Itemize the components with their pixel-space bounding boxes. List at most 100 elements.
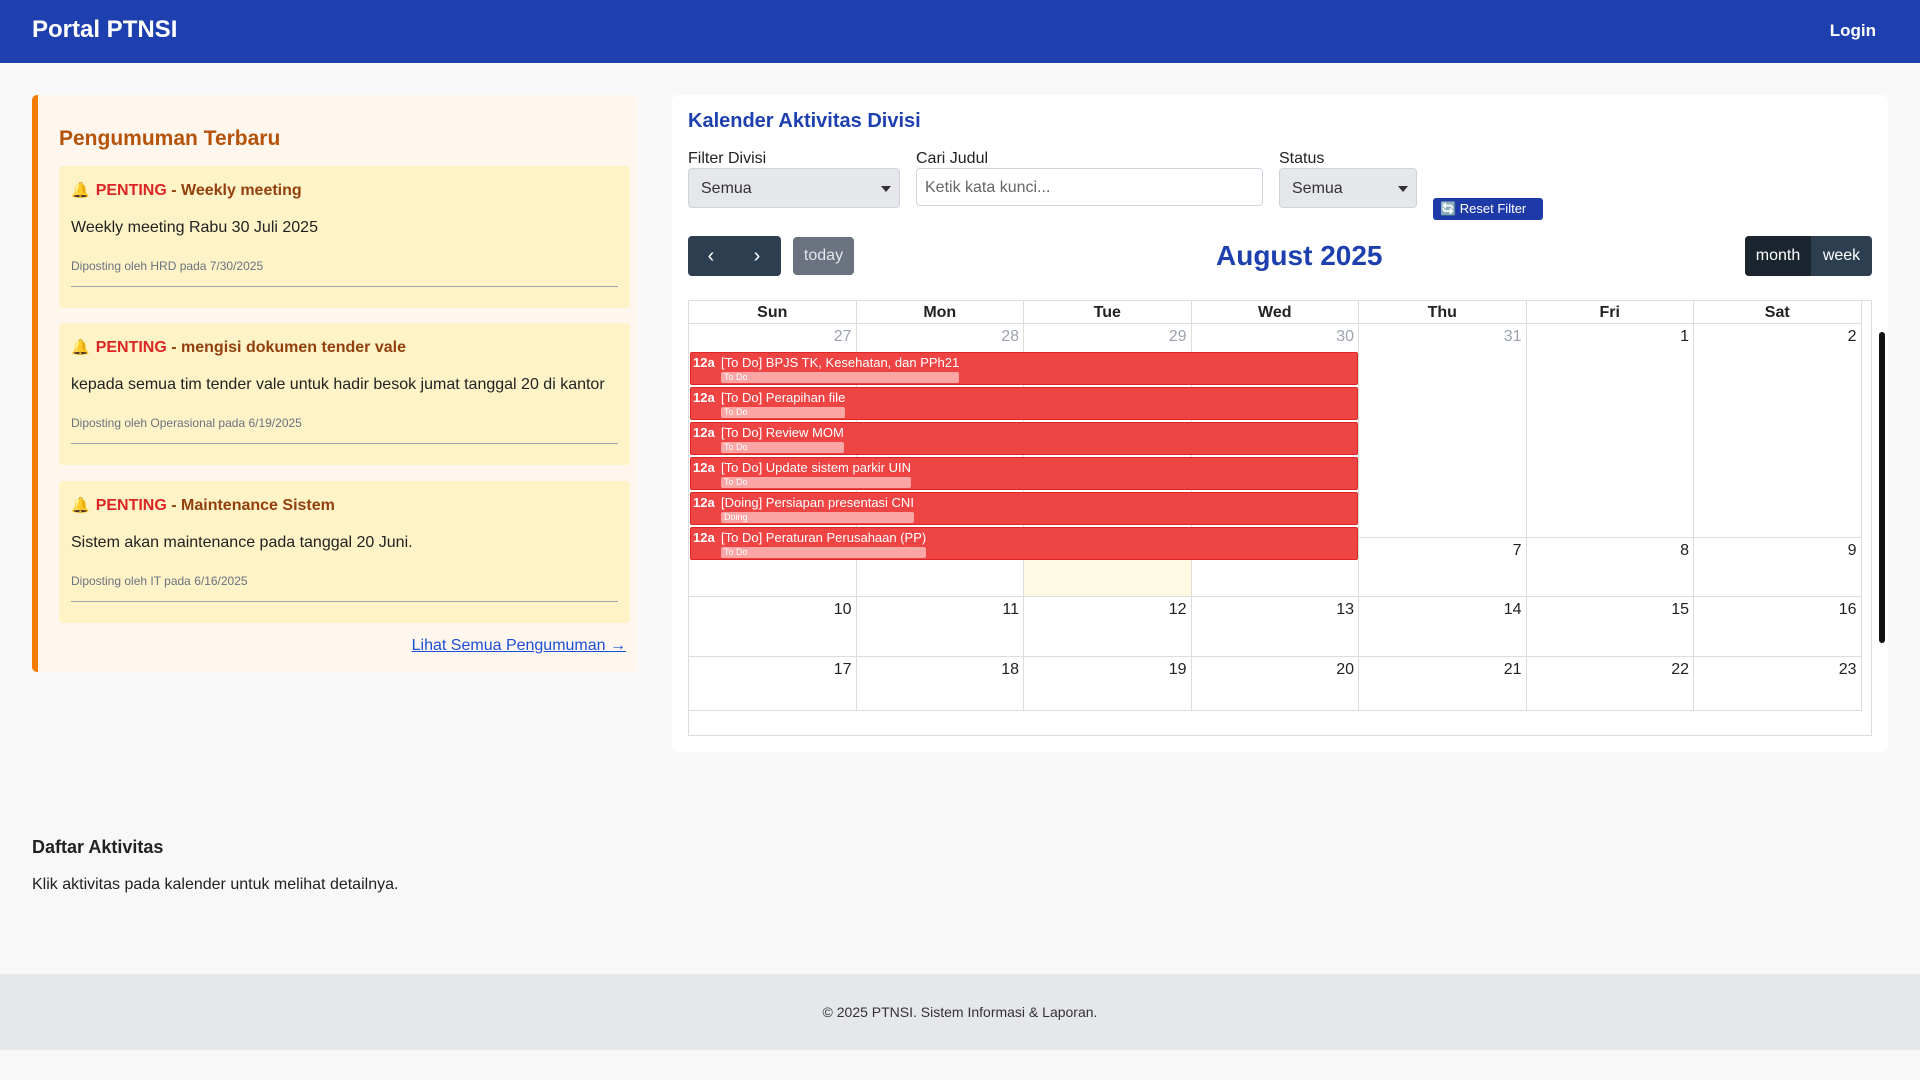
calendar-nav-group: ‹ › (688, 236, 781, 276)
calendar-event[interactable]: 12a [To Do] Perapihan file To Do (690, 387, 1358, 420)
login-link[interactable]: Login (1830, 21, 1876, 41)
day-number[interactable]: 28 (1001, 328, 1019, 346)
reset-filter-button[interactable]: 🔄 Reset Filter (1433, 198, 1543, 220)
weekday-header: Fri (1526, 301, 1694, 324)
calendar-title: Kalender Aktivitas Divisi (688, 110, 921, 132)
division-filter-value: Semua (701, 180, 752, 197)
announcement-card: 🔔 PENTING - Maintenance Sistem Sistem aka… (59, 481, 630, 623)
bell-icon: 🔔 (71, 339, 90, 356)
calendar-day-cell[interactable]: 2 (1694, 324, 1862, 538)
day-number[interactable]: 29 (1169, 328, 1187, 346)
calendar-event[interactable]: 12a [Doing] Persiapan presentasi CNI Doing (690, 492, 1358, 525)
calendar-day-cell[interactable]: 15 (1526, 597, 1694, 657)
day-number[interactable]: 21 (1504, 661, 1522, 679)
caret-down-icon (1398, 186, 1408, 192)
activities-description: Klik aktivitas pada kalender untuk melih… (32, 876, 399, 893)
day-number[interactable]: 18 (1001, 661, 1019, 679)
day-number[interactable]: 7 (1513, 542, 1522, 560)
calendar-day-cell[interactable]: 23 (1694, 657, 1862, 711)
weekday-header: Sun (689, 301, 857, 324)
weekday-header: Thu (1359, 301, 1527, 324)
announcement-heading: 🔔 PENTING - Weekly meeting (71, 182, 302, 199)
division-filter-select[interactable]: Semua (688, 168, 900, 208)
calendar-day-cell[interactable]: 21 (1359, 657, 1527, 711)
announcement-tag: PENTING (95, 182, 167, 199)
day-number[interactable]: 9 (1848, 542, 1857, 560)
calendar-day-cell[interactable]: 19 (1024, 657, 1192, 711)
calendar-day-cell[interactable]: 12 (1024, 597, 1192, 657)
calendar-day-cell[interactable]: 22 (1526, 657, 1694, 711)
division-filter-label: Filter Divisi (688, 150, 767, 167)
calendar-day-cell[interactable]: 18 (856, 657, 1024, 711)
divider (71, 286, 618, 287)
calendar-event[interactable]: 12a [To Do] Review MOM To Do (690, 422, 1358, 455)
event-time: 12a (693, 530, 715, 545)
announcement-title: Maintenance Sistem (181, 497, 335, 514)
day-number[interactable]: 8 (1680, 542, 1689, 560)
weekday-header: Sat (1694, 301, 1862, 324)
see-all-announcements-link[interactable]: Lihat Semua Pengumuman → (412, 637, 626, 655)
calendar-day-cell[interactable]: 17 (689, 657, 857, 711)
calendar-event[interactable]: 12a [To Do] BPJS TK, Kesehatan, dan PPh21… (690, 352, 1358, 385)
chevron-right-icon: › (753, 245, 761, 267)
calendar-event[interactable]: 12a [To Do] Peraturan Perusahaan (PP) To D… (690, 527, 1358, 560)
announcement-tag: PENTING (95, 339, 167, 356)
day-number[interactable]: 14 (1504, 601, 1522, 619)
event-title: [To Do] Peraturan Perusahaan (PP) (721, 530, 927, 545)
day-number[interactable]: 30 (1336, 328, 1354, 346)
today-button[interactable]: today (793, 237, 854, 275)
bell-icon: 🔔 (71, 182, 90, 199)
prev-month-button[interactable]: ‹ (688, 236, 734, 276)
day-number[interactable]: 15 (1671, 601, 1689, 619)
event-time: 12a (693, 390, 715, 405)
month-view-button[interactable]: month (1745, 236, 1811, 276)
search-title-input[interactable]: Ketik kata kunci... (916, 168, 1263, 206)
day-number[interactable]: 11 (1002, 601, 1019, 619)
event-status-badge: To Do (721, 407, 845, 418)
announcement-title: Weekly meeting (181, 182, 302, 199)
day-number[interactable]: 19 (1169, 661, 1187, 679)
calendar-day-cell[interactable]: 8 (1526, 538, 1694, 597)
calendar-day-cell[interactable]: 20 (1191, 657, 1359, 711)
next-month-button[interactable]: › (734, 236, 780, 276)
event-status-badge: To Do (721, 372, 959, 383)
calendar-day-cell[interactable]: 9 (1694, 538, 1862, 597)
day-number[interactable]: 17 (834, 661, 852, 679)
day-number[interactable]: 12 (1169, 601, 1187, 619)
event-status-badge: To Do (721, 477, 911, 488)
event-title: [To Do] Perapihan file (721, 390, 846, 405)
calendar-day-cell[interactable]: 16 (1694, 597, 1862, 657)
day-number[interactable]: 10 (834, 601, 852, 619)
day-number[interactable]: 2 (1848, 328, 1857, 346)
announcement-meta: Diposting oleh HRD pada 7/30/2025 (71, 259, 264, 273)
day-number[interactable]: 23 (1839, 661, 1857, 679)
day-number[interactable]: 27 (834, 328, 852, 346)
event-title: [To Do] BPJS TK, Kesehatan, dan PPh21 (721, 355, 960, 370)
week-view-button[interactable]: week (1811, 236, 1872, 276)
calendar-day-cell[interactable]: 7 (1359, 538, 1527, 597)
announcement-body: kepada semua tim tender vale untuk hadir… (71, 376, 605, 393)
calendar-day-cell[interactable]: 10 (689, 597, 857, 657)
caret-down-icon (881, 186, 891, 192)
status-filter-select[interactable]: Semua (1279, 168, 1417, 208)
day-number[interactable]: 13 (1336, 601, 1354, 619)
announcement-card: 🔔 PENTING - Weekly meeting Weekly meeting… (59, 166, 630, 308)
brand-title[interactable]: Portal PTNSI (32, 16, 177, 44)
day-number[interactable]: 1 (1680, 328, 1689, 346)
calendar-day-cell[interactable]: 1 (1526, 324, 1694, 538)
calendar-day-cell[interactable]: 13 (1191, 597, 1359, 657)
day-number[interactable]: 22 (1671, 661, 1689, 679)
day-number[interactable]: 20 (1336, 661, 1354, 679)
calendar-panel: Kalender Aktivitas Divisi Filter Divisi … (672, 95, 1888, 752)
calendar-day-cell[interactable]: 14 (1359, 597, 1527, 657)
day-number[interactable]: 16 (1839, 601, 1857, 619)
footer-text: © 2025 PTNSI. Sistem Informasi & Laporan… (822, 1004, 1098, 1020)
weekday-header: Mon (856, 301, 1024, 324)
announcement-heading: 🔔 PENTING - Maintenance Sistem (71, 497, 335, 514)
day-number[interactable]: 31 (1504, 328, 1522, 346)
event-status-badge: To Do (721, 442, 844, 453)
calendar-scrollbar[interactable] (1879, 332, 1885, 643)
calendar-event[interactable]: 12a [To Do] Update sistem parkir UIN To Do (690, 457, 1358, 490)
calendar-day-cell[interactable]: 11 (856, 597, 1024, 657)
calendar-day-cell[interactable]: 31 (1359, 324, 1527, 538)
